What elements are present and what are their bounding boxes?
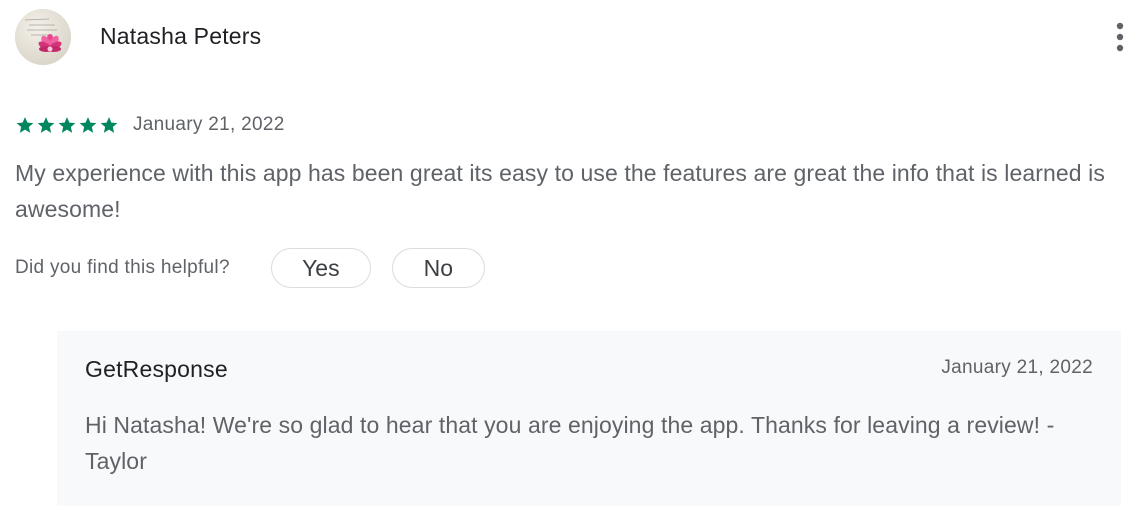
star-icon <box>79 117 97 133</box>
helpful-yes-button[interactable]: Yes <box>270 248 371 288</box>
star-icon <box>16 117 34 133</box>
star-icon <box>58 117 76 133</box>
reply-text: Hi Natasha! We're so glad to hear that y… <box>85 412 1055 474</box>
reply-date: January 21, 2022 <box>941 357 1093 378</box>
review-date: January 21, 2022 <box>133 114 285 135</box>
author-name: Natasha Peters <box>100 23 262 49</box>
star-rating <box>15 115 119 135</box>
reply-author: GetResponse <box>85 356 228 382</box>
more-vert-icon <box>1116 22 1124 52</box>
helpful-prompt: Did you find this helpful? <box>15 257 230 278</box>
more-options-button[interactable] <box>1106 9 1134 65</box>
review-card: Natasha Peters January 21, 2022 My exper… <box>0 0 1148 522</box>
lotus-flower-icon <box>15 9 71 65</box>
rating-row: January 21, 2022 <box>15 112 285 138</box>
helpful-no-button[interactable]: No <box>391 248 485 288</box>
review-header: Natasha Peters <box>15 9 1135 65</box>
helpful-row: Did you find this helpful? Yes No <box>15 247 485 289</box>
developer-reply: GetResponse January 21, 2022 Hi Natasha!… <box>57 331 1121 506</box>
star-icon <box>100 117 118 133</box>
review-text: My experience with this app has been gre… <box>15 160 1105 222</box>
star-icon <box>37 117 55 133</box>
avatar <box>15 9 71 65</box>
